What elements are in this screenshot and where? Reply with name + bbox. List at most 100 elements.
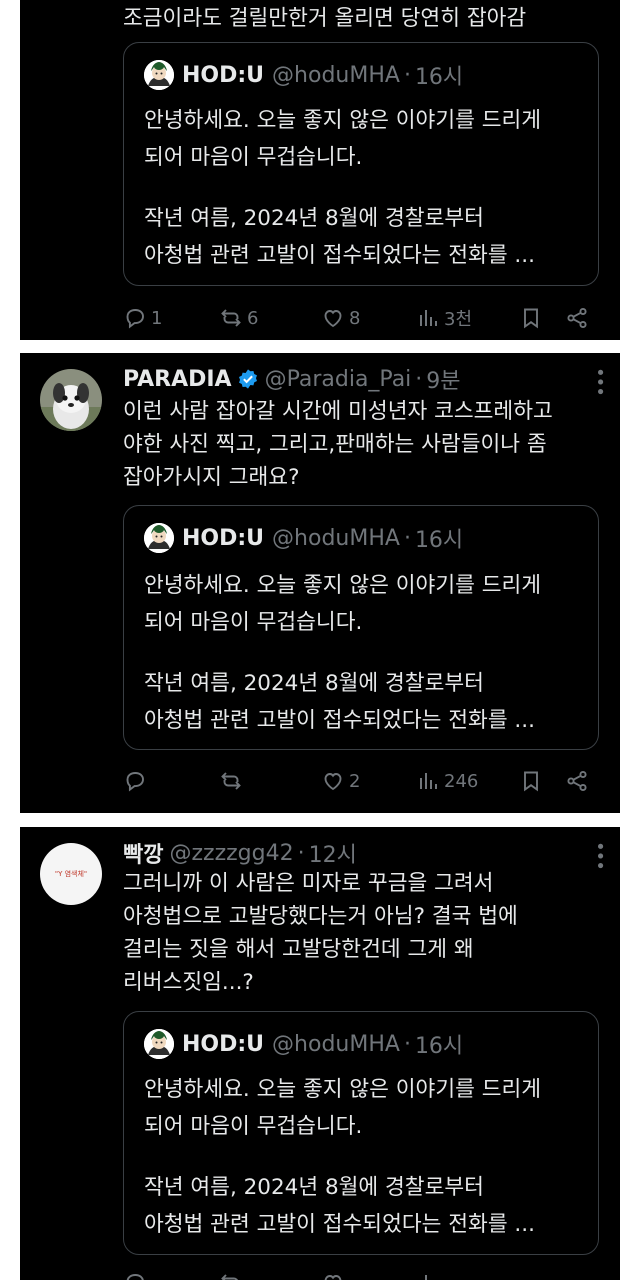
quote-author-name[interactable]: HOD:U — [182, 1032, 264, 1057]
heart-icon — [321, 1271, 345, 1280]
quote-author-handle[interactable]: @hoduMHA — [272, 526, 400, 551]
quote-text-line: 안녕하세요. 오늘 좋지 않은 이야기를 드리게 — [144, 108, 542, 133]
retweet-button[interactable]: 6 — [219, 302, 258, 334]
tweet-card-2[interactable]: PARADIA @Paradia_Pai · 9분 ••• 이런 사람 잡아갈 … — [20, 353, 620, 813]
heart-icon — [321, 306, 345, 330]
views-count: 246 — [444, 770, 479, 792]
quote-avatar[interactable] — [144, 60, 174, 90]
quote-text-line: 되어 마음이 무겁습니다. — [144, 1114, 363, 1139]
action-bar: 2 246 — [123, 765, 613, 797]
separator-dot: · — [403, 62, 411, 88]
reply-icon — [123, 769, 147, 793]
tweet-card-3[interactable]: "Y 염색체" 빡깡 @zzzzgg42 · 12시 ••• 그러니까 이 사람… — [20, 827, 620, 1280]
bookmark-button[interactable] — [519, 765, 543, 797]
quote-text-line: 작년 여름, 2024년 8월에 경찰로부터 — [144, 206, 484, 231]
quote-author-handle[interactable]: @hoduMHA — [272, 63, 400, 88]
tweet-text: 이런 사람 잡아갈 시간에 미성년자 코스프레하고 야한 사진 찍고, 그리고,… — [123, 395, 602, 494]
author-name[interactable]: 빡깡 — [123, 837, 163, 869]
quote-timestamp[interactable]: 16시 — [415, 1028, 463, 1060]
quote-text-line: 안녕하세요. 오늘 좋지 않은 이야기를 드리게 — [144, 1077, 542, 1102]
like-button[interactable] — [321, 1267, 345, 1280]
tweet-text-line: 잡아가시지 그래요? — [123, 465, 300, 490]
bookmark-icon — [519, 769, 543, 793]
quote-tweet[interactable]: HOD:U @hoduMHA · 16시 안녕하세요. 오늘 좋지 않은 이야기… — [123, 1011, 599, 1255]
reply-button[interactable] — [123, 1267, 147, 1280]
tweet-text-line: 조금이라도 걸릴만한거 올리면 당연히 잡아감 — [123, 6, 527, 31]
timestamp[interactable]: 9분 — [426, 363, 460, 395]
reply-count: 1 — [151, 307, 163, 329]
reply-icon — [123, 1271, 147, 1280]
views-count: 3천 — [444, 309, 473, 330]
quote-timestamp[interactable]: 16시 — [415, 522, 463, 554]
tweet-text-line: 이런 사람 잡아갈 시간에 미성년자 코스프레하고 — [123, 399, 553, 424]
tweet-text-line: 아청법으로 고발당했다는거 아님? 결국 법에 — [123, 904, 518, 929]
avatar-text: "Y 염색체" — [54, 870, 88, 878]
quote-header: HOD:U @hoduMHA · 16시 — [144, 59, 463, 91]
views-button[interactable]: 246 — [416, 765, 478, 797]
quote-avatar[interactable] — [144, 1029, 174, 1059]
avatar[interactable] — [40, 369, 102, 431]
share-icon — [565, 306, 589, 330]
like-count: 8 — [349, 307, 361, 329]
more-options-icon[interactable]: ••• — [589, 841, 610, 870]
separator-dot: · — [403, 525, 411, 551]
tweet-text-line: 리버스짓임...? — [123, 970, 254, 995]
retweet-icon — [219, 306, 243, 330]
quote-author-name[interactable]: HOD:U — [182, 526, 264, 551]
separator-dot: · — [403, 1031, 411, 1057]
views-button[interactable]: 3천 — [416, 302, 472, 334]
retweet-button[interactable] — [219, 1267, 243, 1280]
reply-button[interactable]: 1 — [123, 302, 162, 334]
quote-text-line: 아청법 관련 고발이 접수되었다는 전화를 ... — [144, 1212, 535, 1237]
views-icon — [416, 306, 440, 330]
quote-header: HOD:U @hoduMHA · 16시 — [144, 522, 463, 554]
reply-button[interactable] — [123, 765, 151, 797]
heart-icon — [321, 769, 345, 793]
views-icon — [416, 769, 440, 793]
tweet-card-1[interactable]: 조금이라도 걸릴만한거 올리면 당연히 잡아감 HOD:U @hoduMHA ·… — [20, 0, 620, 340]
retweet-icon — [219, 769, 243, 793]
author-handle[interactable]: @Paradia_Pai — [265, 367, 412, 392]
like-button[interactable]: 2 — [321, 765, 360, 797]
tweet-header: 빡깡 @zzzzgg42 · 12시 — [123, 835, 604, 871]
quote-author-handle[interactable]: @hoduMHA — [272, 1032, 400, 1057]
bookmark-icon — [519, 306, 543, 330]
more-options-icon[interactable]: ••• — [589, 367, 610, 396]
views-button[interactable] — [416, 1267, 440, 1280]
quote-header: HOD:U @hoduMHA · 16시 — [144, 1028, 463, 1060]
like-button[interactable]: 8 — [321, 302, 360, 334]
quote-text-line: 아청법 관련 고발이 접수되었다는 전화를 ... — [144, 243, 535, 268]
quote-text-line: 작년 여름, 2024년 8월에 경찰로부터 — [144, 671, 484, 696]
quote-tweet[interactable]: HOD:U @hoduMHA · 16시 안녕하세요. 오늘 좋지 않은 이야기… — [123, 505, 599, 750]
quote-avatar[interactable] — [144, 523, 174, 553]
avatar[interactable]: "Y 염색체" — [40, 843, 102, 905]
separator-dot: · — [297, 840, 305, 866]
quote-text-line: 아청법 관련 고발이 접수되었다는 전화를 ... — [144, 708, 535, 733]
quote-text-line: 되어 마음이 무겁습니다. — [144, 610, 363, 635]
bookmark-button[interactable] — [519, 302, 543, 334]
tweet-text: 그러니까 이 사람은 미자로 꾸금을 그려서 아청법으로 고발당했다는거 아님?… — [123, 867, 602, 999]
quote-text-line: 작년 여름, 2024년 8월에 경찰로부터 — [144, 1175, 484, 1200]
reply-icon — [123, 306, 147, 330]
retweet-icon — [219, 1271, 243, 1280]
tweet-text: 조금이라도 걸릴만한거 올리면 당연히 잡아감 — [123, 2, 602, 35]
retweet-count: 6 — [247, 307, 259, 329]
quote-tweet[interactable]: HOD:U @hoduMHA · 16시 안녕하세요. 오늘 좋지 않은 이야기… — [123, 42, 599, 286]
share-button[interactable] — [565, 765, 589, 797]
views-icon — [416, 1271, 440, 1280]
verified-badge-icon[interactable] — [237, 368, 259, 390]
tweet-text-line: 야한 사진 찍고, 그리고,판매하는 사람들이나 좀 — [123, 432, 547, 457]
author-handle[interactable]: @zzzzgg42 — [169, 841, 293, 866]
author-name[interactable]: PARADIA — [123, 367, 232, 392]
quote-text-line: 안녕하세요. 오늘 좋지 않은 이야기를 드리게 — [144, 573, 542, 598]
tweet-text-line: 그러니까 이 사람은 미자로 꾸금을 그려서 — [123, 871, 494, 896]
timestamp[interactable]: 12시 — [309, 837, 357, 869]
tweet-text-line: 걸리는 짓을 해서 고발당한건데 그게 왜 — [123, 937, 474, 962]
quote-author-name[interactable]: HOD:U — [182, 63, 264, 88]
tweet-header: PARADIA @Paradia_Pai · 9분 — [123, 361, 604, 397]
share-button[interactable] — [565, 302, 589, 334]
share-icon — [565, 769, 589, 793]
retweet-button[interactable] — [219, 765, 247, 797]
quote-timestamp[interactable]: 16시 — [415, 59, 463, 91]
separator-dot: · — [415, 366, 423, 392]
